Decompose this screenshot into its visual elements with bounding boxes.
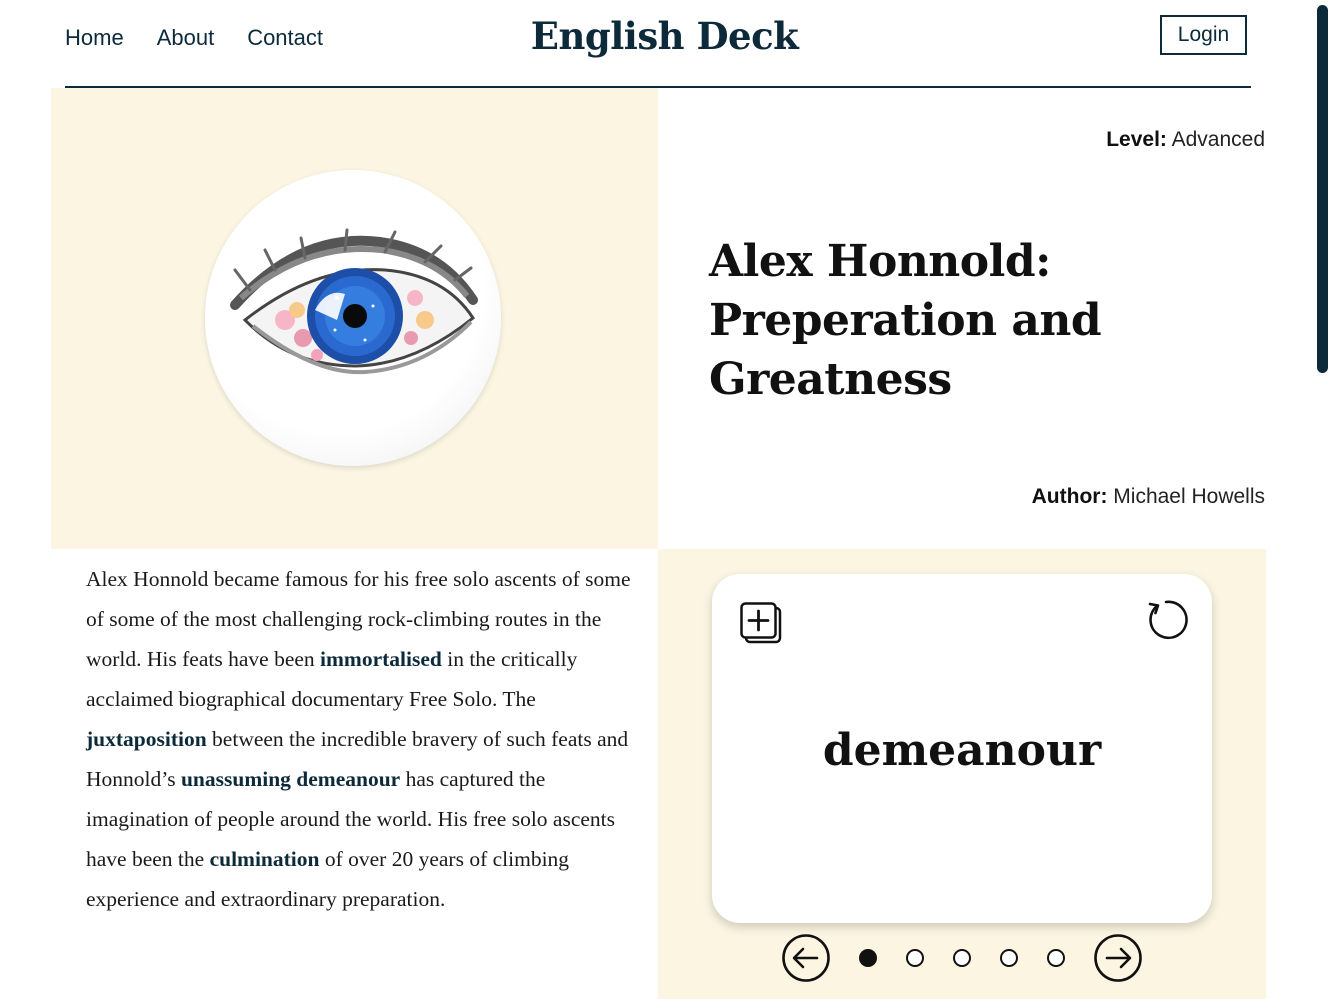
page-scrollbar[interactable]: [1315, 0, 1329, 999]
scrollbar-thumb[interactable]: [1317, 5, 1328, 373]
vocab-word-unassuming-demeanour[interactable]: unassuming demeanour: [181, 767, 400, 791]
level-label: Level:: [1106, 128, 1167, 151]
site-logo[interactable]: English Deck: [0, 14, 1329, 58]
author-value: Michael Howells: [1113, 485, 1265, 508]
rotate-icon[interactable]: [1144, 598, 1188, 642]
level-info: Level: Advanced: [1106, 128, 1265, 152]
vocab-word-culmination[interactable]: culmination: [210, 847, 320, 871]
eye-illustration-icon: [205, 170, 501, 466]
author-label: Author:: [1031, 485, 1108, 508]
add-to-deck-icon[interactable]: [740, 602, 782, 644]
arrow-left-icon[interactable]: [782, 934, 830, 982]
author-info: Author: Michael Howells: [1032, 485, 1265, 509]
carousel-dot-2[interactable]: [906, 949, 924, 967]
vocab-word-juxtaposition[interactable]: juxtaposition: [86, 727, 207, 751]
article-body: Alex Honnold became famous for his free …: [86, 559, 646, 919]
level-value: Advanced: [1171, 128, 1265, 151]
carousel-dot-4[interactable]: [1000, 949, 1018, 967]
arrow-right-icon[interactable]: [1094, 934, 1142, 982]
carousel-dot-5[interactable]: [1047, 949, 1065, 967]
flashcard-word: demeanour: [822, 725, 1102, 776]
login-button[interactable]: Login: [1160, 15, 1247, 55]
vocab-word-immortalised[interactable]: immortalised: [320, 647, 442, 671]
carousel-dot-1[interactable]: [859, 949, 877, 967]
carousel-dot-3[interactable]: [953, 949, 971, 967]
article-title: Alex Honnold: Preperation and Greatness: [709, 236, 1102, 405]
